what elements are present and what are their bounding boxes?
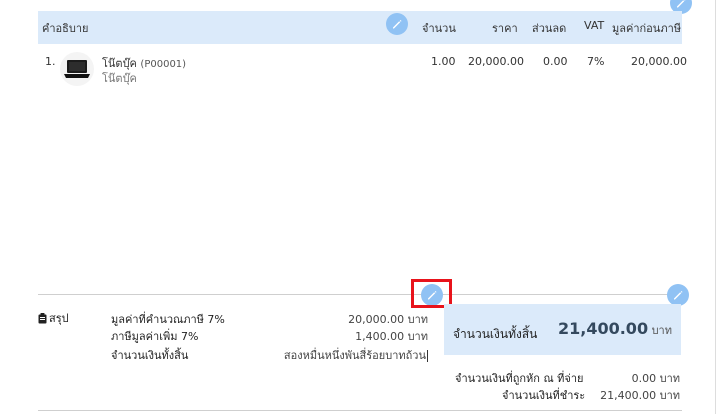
row-price: 20,000.00 <box>468 55 524 68</box>
product-code: (P00001) <box>140 59 187 70</box>
taxable-label: มูลค่าที่คำนวณภาษี 7% <box>111 313 225 326</box>
vat-label: ภาษีมูลค่าเพิ่ม 7% <box>111 330 199 343</box>
bottom-divider <box>38 410 682 411</box>
total-text-value: สองหมื่นหนึ่งพันสี่ร้อยบาทถ้วน <box>284 346 428 364</box>
total-text-value-text: สองหมื่นหนึ่งพันสี่ร้อยบาทถ้วน <box>283 349 426 362</box>
header-vat: VAT <box>584 19 605 32</box>
pencil-icon <box>674 291 683 300</box>
vat-value: 1,400.00 บาท <box>355 330 428 343</box>
row-quantity: 1.00 <box>431 55 456 68</box>
total-text-label: จำนวนเงินทั้งสิ้น <box>111 349 189 362</box>
row-index: 1. <box>45 55 56 68</box>
row-pretax: 20,000.00 <box>631 55 687 68</box>
page-border <box>715 0 716 414</box>
pencil-icon <box>677 0 686 8</box>
laptop-icon <box>64 60 90 78</box>
withheld-label: จำนวนเงินที่ถูกหัก ณ ที่จ่าย <box>455 372 584 385</box>
summary-title-text: สรุป <box>49 312 69 325</box>
header-description: คำอธิบาย <box>42 22 89 35</box>
grand-total-unit: บาท <box>651 324 672 337</box>
row-discount: 0.00 <box>543 55 568 68</box>
text-cursor <box>427 350 428 362</box>
document-page: คำอธิบาย จำนวน ราคา ส่วนลด VAT มูลค่าก่อ… <box>0 0 719 414</box>
payable-value: 21,400.00 บาท <box>600 389 680 402</box>
grand-total-label: จำนวนเงินทั้งสิ้น <box>453 327 538 341</box>
pencil-icon <box>393 20 402 29</box>
payable-label: จำนวนเงินที่ชำระ <box>502 389 586 402</box>
product-subtitle: โน๊ตบุ๊ค <box>102 72 137 85</box>
header-price: ราคา <box>492 22 518 35</box>
clipboard-icon <box>38 312 47 323</box>
header-quantity: จำนวน <box>422 22 456 35</box>
summary-title: สรุป <box>38 309 69 327</box>
taxable-value: 20,000.00 บาท <box>348 313 428 326</box>
grand-total: 21,400.00 บาท <box>558 319 672 339</box>
header-pretax: มูลค่าก่อนภาษี <box>612 22 681 35</box>
edit-description-button[interactable] <box>386 13 408 35</box>
withheld-value: 0.00 บาท <box>631 372 680 385</box>
grand-total-amount: 21,400.00 <box>557 319 649 338</box>
product-thumbnail <box>60 52 94 86</box>
summary-divider <box>38 294 682 295</box>
header-discount: ส่วนลด <box>532 22 567 35</box>
edit-totals-button[interactable] <box>667 284 689 306</box>
row-vat: 7% <box>587 55 605 68</box>
